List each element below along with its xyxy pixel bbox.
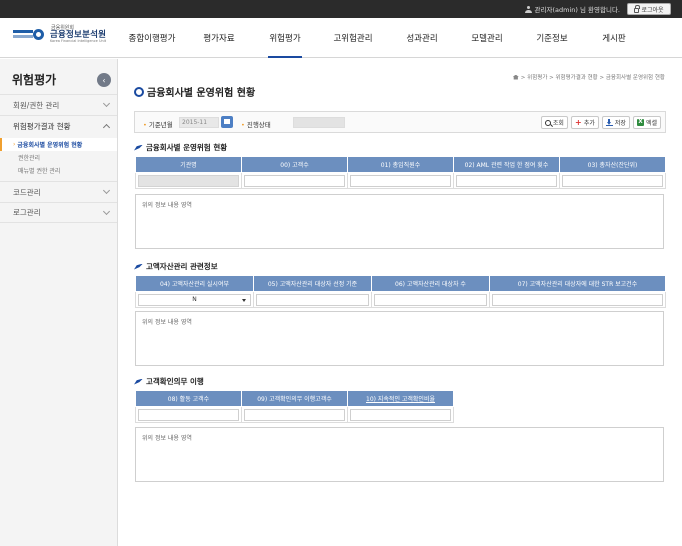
logout-button[interactable]: 로그아웃 [627, 3, 671, 15]
calendar-icon[interactable] [221, 116, 233, 128]
breadcrumb: > 위험평가 > 위험평가결과 현황 > 금융회사별 운영위험 현황 [512, 73, 665, 81]
asset-management-table: 04) 고액자산관리 실시여부 05) 고액자산관리 대상자 선정 기준 06)… [135, 275, 666, 308]
logo[interactable]: 금융위원회 금융정보분석원 Korea Financial Intelligen… [13, 26, 106, 43]
sidebar-title: 위험평가 [12, 73, 57, 87]
col-header: 05) 고액자산관리 대상자 선정 기준 [253, 275, 372, 292]
col-header: 09) 고객확인의무 이행고객수 [241, 390, 348, 407]
lock-icon [634, 4, 641, 13]
customer-due-diligence-table: 08) 활동 고객수 09) 고객확인의무 이행고객수 10) 지속적인 고객확… [135, 390, 454, 423]
col-header: 07) 고액자산관리 대상자에 대한 STR 보고건수 [489, 275, 666, 292]
excel-icon: X [636, 119, 644, 126]
info-area: 위의 정보 내용 영역 [135, 311, 664, 366]
status-label: 진행상태 [241, 119, 271, 129]
search-bar: 기준년월 2015-11 진행상태 조회 +추가 저장 X엑셀 [134, 111, 666, 133]
col-header: 02) AML 관련 작업 한 점여 횟수 [453, 156, 560, 173]
title-bullet-icon [134, 86, 144, 97]
save-button[interactable]: 저장 [601, 116, 630, 129]
home-icon[interactable] [512, 74, 519, 80]
sidebar-item-risk-result[interactable]: 위험평가결과 현황 [0, 115, 117, 136]
add-button[interactable]: + 추가 [570, 116, 599, 129]
section-title-operation-risk: 금융회사별 운영위험 현황 [134, 142, 227, 153]
institution-name-field [138, 174, 239, 187]
aml-count-input[interactable] [456, 174, 557, 187]
employee-count-input[interactable] [350, 174, 451, 187]
implementation-select[interactable]: N [138, 293, 251, 306]
col-header: 08) 활동 고객수 [135, 390, 242, 407]
active-customer-input[interactable] [138, 408, 239, 421]
cdd-customer-input[interactable] [244, 408, 345, 421]
nav-item-risk-evaluation[interactable]: 위험평가 [254, 18, 316, 58]
col-header: 기관명 [135, 156, 242, 173]
page-title-text: 금융회사별 운영위험 현황 [147, 88, 256, 99]
info-area: 위의 정보 내용 영역 [135, 427, 664, 482]
top-bar: 관리자(admin) 님 환영합니다. 로그아웃 [0, 0, 682, 18]
operation-risk-table: 기관명 00) 고객수 01) 총임직원수 02) AML 관련 작업 한 점여… [135, 156, 666, 189]
collapse-sidebar-button[interactable]: ‹ [97, 73, 111, 87]
breadcrumb-path: > 위험평가 > 위험평가결과 현황 > 금융회사별 운영위험 현황 [520, 75, 665, 81]
chevron-up-icon [102, 123, 111, 132]
logo-eng: Korea Financial Intelligence Unit [50, 38, 107, 43]
cdd-ratio-input[interactable] [350, 408, 451, 421]
col-header: 06) 고액자산관리 대상자 수 [371, 275, 490, 292]
user-greeting-text: 관리자(admin) 님 환영합니다. [534, 6, 620, 14]
nav-item-performance[interactable]: 성과관리 [390, 18, 454, 58]
pen-icon [134, 263, 143, 270]
main-content: > 위험평가 > 위험평가결과 현황 > 금융회사별 운영위험 현황 금융회사별… [119, 59, 682, 546]
sidebar-item-code[interactable]: 코드관리 [0, 181, 117, 202]
search-button[interactable]: 조회 [540, 116, 568, 129]
search-icon [544, 119, 551, 126]
total-assets-input[interactable] [562, 174, 663, 187]
target-count-input[interactable] [374, 293, 487, 306]
section-title-customer-due-diligence: 고객확인의무 이행 [134, 376, 204, 387]
sidebar-item-log[interactable]: 로그관리 [0, 202, 117, 223]
excel-button[interactable]: X 엑셀 [632, 116, 661, 129]
page-title: 금융회사별 운영위험 현황 [134, 84, 255, 99]
info-area: 위의 정보 내용 영역 [135, 194, 664, 249]
logout-label: 로그아웃 [641, 6, 664, 14]
chevron-left-icon: ‹ [102, 75, 106, 85]
plus-icon: + [575, 118, 582, 127]
col-header: 10) 지속적인 고객확인비율 [347, 390, 454, 407]
chevron-down-icon [102, 186, 111, 195]
str-report-count-input[interactable] [492, 293, 663, 306]
logo-mark-icon [13, 28, 47, 41]
main-nav: 종합이행평가 평가자료 위험평가 고위험관리 성과관리 모델관리 기준정보 게시… [120, 18, 644, 58]
user-icon [524, 5, 532, 13]
customer-count-input[interactable] [244, 174, 345, 187]
nav-item-comprehensive[interactable]: 종합이행평가 [120, 18, 184, 58]
pen-icon [134, 378, 143, 385]
sidebar-item-member-auth[interactable]: 회원/권한 관리 [0, 94, 117, 115]
download-icon [605, 119, 613, 126]
sidebar: 위험평가 ‹ 회원/권한 관리 위험평가결과 현황 금융회사별 운영위험 현황 … [0, 59, 118, 546]
year-month-input[interactable]: 2015-11 [179, 117, 219, 128]
status-input[interactable] [293, 117, 345, 128]
sidebar-subitem-operation-risk[interactable]: 금융회사별 운영위험 현황 [0, 138, 117, 151]
col-header: 00) 고객수 [241, 156, 348, 173]
nav-item-evaluation-data[interactable]: 평가자료 [184, 18, 254, 58]
col-header: 03) 총자산(잔단위) [559, 156, 666, 173]
col-header: 04) 고액자산관리 실시여부 [135, 275, 254, 292]
selection-criteria-input[interactable] [256, 293, 369, 306]
pen-icon [134, 144, 143, 151]
nav-item-model[interactable]: 모델관리 [454, 18, 520, 58]
year-month-label: 기준년월 [143, 119, 173, 129]
user-greeting: 관리자(admin) 님 환영합니다. [524, 4, 620, 14]
header: 금융위원회 금융정보분석원 Korea Financial Intelligen… [0, 18, 682, 58]
sidebar-subitem-menu-auth[interactable]: 매뉴별 권한 관리 [0, 164, 117, 177]
sidebar-subitem-auth[interactable]: 권한관리 [0, 151, 117, 164]
nav-item-high-risk[interactable]: 고위험관리 [316, 18, 390, 58]
section-title-asset-management: 고액자산관리 관련정보 [134, 261, 218, 272]
nav-item-board[interactable]: 게시판 [584, 18, 644, 58]
col-header: 01) 총임직원수 [347, 156, 454, 173]
chevron-down-icon [102, 207, 111, 216]
nav-item-standard-info[interactable]: 기준정보 [520, 18, 584, 58]
chevron-down-icon [102, 99, 111, 108]
